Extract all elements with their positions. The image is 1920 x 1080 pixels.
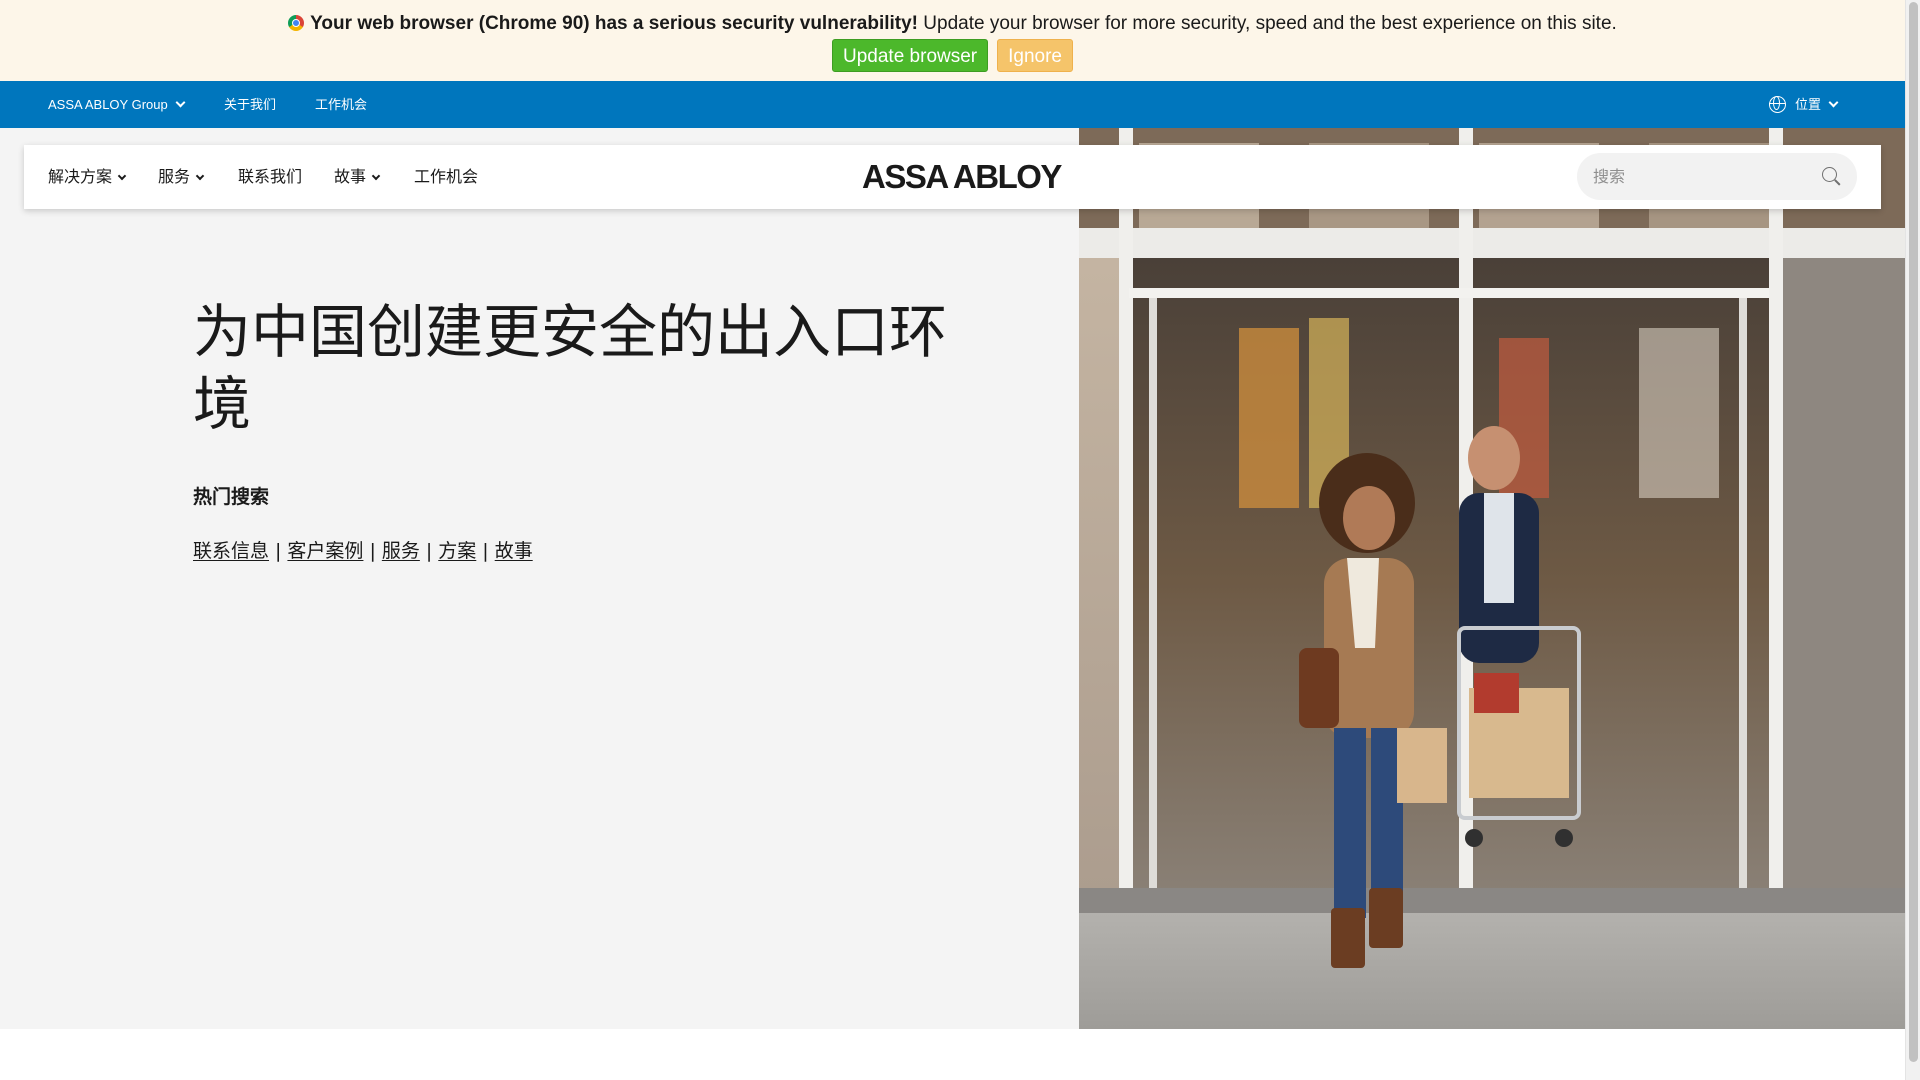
popular-link-contact-info[interactable]: 联系信息 <box>193 540 269 562</box>
banner-detail-text: Update your browser for more security, s… <box>923 13 1617 34</box>
main-navigation: 解决方案 服务 联系我们 故事 工作机会 ASSA ABLOY <box>24 145 1881 209</box>
popular-link-case-studies[interactable]: 客户案例 <box>287 540 363 562</box>
nav-item-label: 故事 <box>334 167 367 186</box>
nav-item-contact-us[interactable]: 联系我们 <box>238 145 302 209</box>
page: Your web browser (Chrome 90) has a serio… <box>0 0 1920 1080</box>
search-input[interactable] <box>1577 153 1807 200</box>
ignore-button[interactable]: Ignore <box>997 39 1073 72</box>
hero-photo <box>1079 128 1905 1029</box>
nav-item-label: 服务 <box>158 167 191 186</box>
globe-icon <box>1769 96 1786 113</box>
assa-abloy-logo[interactable]: ASSA ABLOY <box>862 159 1062 195</box>
about-us-link[interactable]: 关于我们 <box>224 81 276 128</box>
nav-item-label: 联系我们 <box>238 167 303 186</box>
popular-link-services[interactable]: 服务 <box>382 540 420 562</box>
chevron-down-icon <box>1828 97 1839 108</box>
location-selector[interactable]: 位置 <box>1769 81 1839 128</box>
banner-warning-text: Your web browser (Chrome 90) has a serio… <box>310 13 919 34</box>
popular-searches-heading: 热门搜索 <box>193 486 270 508</box>
popular-link-solutions[interactable]: 方案 <box>438 540 476 562</box>
nav-item-solutions[interactable]: 解决方案 <box>48 145 127 209</box>
nav-item-careers[interactable]: 工作机会 <box>414 145 478 209</box>
nav-item-stories[interactable]: 故事 <box>334 145 381 209</box>
group-menu-label: ASSA ABLOY Group <box>48 97 168 112</box>
popular-searches-links: 联系信息 | 客户案例 | 服务 | 方案 | 故事 <box>193 536 533 563</box>
nav-item-services[interactable]: 服务 <box>158 145 205 209</box>
link-separator: | <box>369 540 376 562</box>
utility-bar: ASSA ABLOY Group 关于我们 工作机会 位置 <box>0 81 1905 128</box>
chevron-down-icon <box>175 97 186 108</box>
link-separator: | <box>275 540 282 562</box>
careers-link[interactable]: 工作机会 <box>315 81 367 128</box>
chrome-icon <box>288 15 305 31</box>
chevron-down-icon <box>371 171 381 181</box>
popular-link-stories[interactable]: 故事 <box>495 540 533 562</box>
link-separator: | <box>425 540 433 562</box>
page-scrollbar[interactable] <box>1905 0 1920 1080</box>
banner-message: Your web browser (Chrome 90) has a serio… <box>0 12 1905 36</box>
chevron-down-icon <box>195 171 205 181</box>
group-menu-button[interactable]: ASSA ABLOY Group <box>48 81 186 128</box>
location-label: 位置 <box>1795 97 1822 112</box>
search-icon[interactable] <box>1822 167 1842 187</box>
hero-text-panel <box>0 128 1079 1029</box>
browser-update-banner: Your web browser (Chrome 90) has a serio… <box>0 0 1905 81</box>
banner-buttons: Update browser Ignore <box>0 39 1905 72</box>
nav-item-label: 解决方案 <box>48 167 113 186</box>
search-box <box>1577 153 1857 200</box>
link-separator: | <box>482 540 489 562</box>
nav-item-label: 工作机会 <box>414 167 479 186</box>
chevron-down-icon <box>117 171 127 181</box>
scrollbar-thumb[interactable] <box>1909 2 1918 1062</box>
hero-title: 为中国创建更安全的出入口环境 <box>193 298 948 438</box>
update-browser-button[interactable]: Update browser <box>832 39 989 72</box>
